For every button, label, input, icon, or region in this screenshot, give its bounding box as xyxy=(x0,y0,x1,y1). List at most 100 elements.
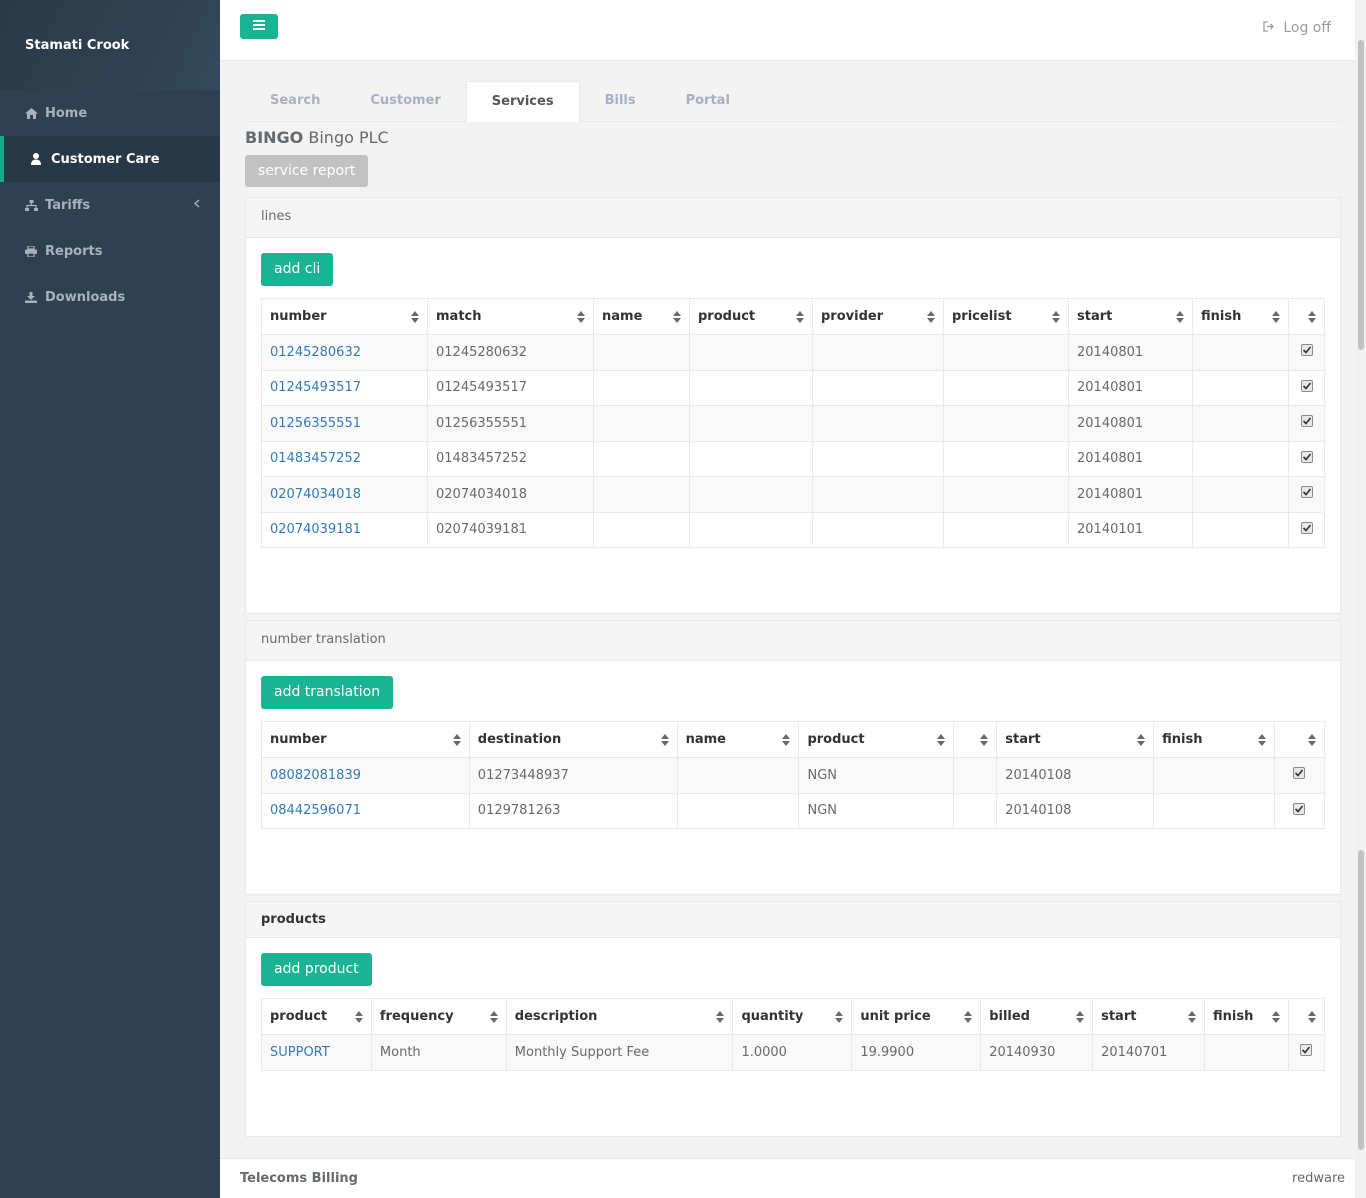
cell-finish xyxy=(1192,369,1289,406)
scrollbar-thumb-lower[interactable] xyxy=(1358,850,1364,1150)
column-header[interactable]: finish xyxy=(1204,998,1289,1035)
row-checkbox[interactable] xyxy=(1300,1044,1313,1057)
cell-name xyxy=(676,757,800,794)
row-link[interactable]: 01256355551 xyxy=(270,416,361,431)
row-link[interactable]: 08442596071 xyxy=(270,803,361,818)
page-scrollbar[interactable] xyxy=(1355,0,1366,1198)
column-header-label: finish xyxy=(1201,309,1242,324)
row-checkbox[interactable] xyxy=(1300,344,1313,357)
cell-product: NGN xyxy=(798,792,955,829)
sort-icon xyxy=(835,1011,844,1023)
cell-number: 02074039181 xyxy=(261,511,428,548)
column-header[interactable]: match xyxy=(427,298,594,335)
sort-icon xyxy=(1076,1011,1085,1023)
tab-portal[interactable]: Portal xyxy=(661,81,755,122)
row-link[interactable]: 01245280632 xyxy=(270,345,361,360)
column-header[interactable]: product xyxy=(798,721,955,758)
column-header[interactable]: start xyxy=(996,721,1155,758)
sort-icon xyxy=(411,311,419,323)
column-header[interactable] xyxy=(1273,721,1326,758)
menu-toggle-button[interactable] xyxy=(240,14,278,39)
sort-icon xyxy=(452,734,461,746)
column-header-label: name xyxy=(602,309,643,324)
column-header[interactable]: unit price xyxy=(851,998,982,1035)
sidebar-item-reports[interactable]: Reports xyxy=(0,228,220,274)
tab-services[interactable]: Services xyxy=(465,81,580,122)
cell-product xyxy=(689,440,813,477)
scrollbar-thumb[interactable] xyxy=(1358,40,1364,350)
column-header-label: description xyxy=(514,1009,598,1024)
row-link[interactable]: 08082081839 xyxy=(270,768,361,783)
service-report-button[interactable]: service report xyxy=(245,155,369,187)
column-header[interactable]: quantity xyxy=(732,998,853,1035)
column-header[interactable] xyxy=(1287,998,1326,1035)
column-header[interactable]: provider xyxy=(812,298,944,335)
column-header[interactable]: name xyxy=(676,721,800,758)
cell-match: 01483457252 xyxy=(427,440,594,477)
row-checkbox[interactable] xyxy=(1300,379,1313,392)
sidebar-item-customer-care[interactable]: Customer Care xyxy=(0,136,220,182)
column-header-label: finish xyxy=(1213,1009,1254,1024)
column-header-label: product xyxy=(698,309,756,324)
row-checkbox[interactable] xyxy=(1300,486,1313,499)
sidebar-item-home[interactable]: Home xyxy=(0,90,220,136)
column-header[interactable]: number xyxy=(261,721,470,758)
sidebar-item-downloads[interactable]: Downloads xyxy=(0,274,220,320)
column-header[interactable]: finish xyxy=(1153,721,1275,758)
tab-search[interactable]: Search xyxy=(245,81,345,122)
cell-name xyxy=(593,334,690,371)
panel-title: number translation xyxy=(246,621,1340,661)
cell-product xyxy=(689,511,813,548)
column-header-label: finish xyxy=(1162,732,1203,747)
cell-product xyxy=(689,476,813,513)
logoff-label: Log off xyxy=(1283,20,1331,36)
column-header[interactable]: finish xyxy=(1192,298,1289,335)
cell-product xyxy=(689,369,813,406)
cell-number: 08082081839 xyxy=(261,757,470,794)
row-checkbox[interactable] xyxy=(1300,521,1313,534)
column-header[interactable]: number xyxy=(261,298,428,335)
logoff-link[interactable]: Log off xyxy=(1263,20,1331,36)
column-header[interactable]: pricelist xyxy=(943,298,1069,335)
chevron-left-icon xyxy=(193,197,200,211)
cell-product: NGN xyxy=(798,757,955,794)
row-checkbox[interactable] xyxy=(1300,450,1313,463)
row-link[interactable]: 01245493517 xyxy=(270,380,361,395)
tab-customer[interactable]: Customer xyxy=(345,81,465,122)
row-link[interactable]: 02074034018 xyxy=(270,487,361,502)
column-header[interactable]: product xyxy=(261,998,372,1035)
cell-start: 20140701 xyxy=(1092,1034,1206,1071)
column-header[interactable] xyxy=(953,721,998,758)
sort-icon xyxy=(1188,1011,1197,1023)
row-link[interactable]: 02074039181 xyxy=(270,522,361,537)
row-checkbox[interactable] xyxy=(1300,415,1313,428)
column-header[interactable]: billed xyxy=(980,998,1094,1035)
column-header[interactable]: product xyxy=(689,298,813,335)
column-header[interactable]: name xyxy=(593,298,690,335)
cell-number: 01483457252 xyxy=(261,440,428,477)
add-cli-button[interactable]: add cli xyxy=(261,253,334,286)
sign-out-icon xyxy=(1263,20,1275,36)
row-checkbox[interactable] xyxy=(1293,767,1306,780)
add-product-button[interactable]: add product xyxy=(261,953,372,986)
add-translation-button[interactable]: add translation xyxy=(261,676,394,709)
sitemap-icon xyxy=(25,199,45,211)
row-checkbox[interactable] xyxy=(1293,802,1306,815)
cell-select xyxy=(1288,334,1325,371)
sort-icon xyxy=(796,311,804,323)
footer-left: Telecoms Billing xyxy=(240,1171,358,1186)
column-header[interactable]: frequency xyxy=(370,998,507,1035)
column-header[interactable]: start xyxy=(1068,298,1193,335)
column-header[interactable] xyxy=(1288,298,1325,335)
row-link[interactable]: SUPPORT xyxy=(270,1045,330,1060)
column-header[interactable]: description xyxy=(505,998,734,1035)
profile-name[interactable]: Stamati Crook xyxy=(0,0,220,90)
cell-select xyxy=(1288,511,1325,548)
row-link[interactable]: 01483457252 xyxy=(270,451,361,466)
column-header[interactable]: destination xyxy=(468,721,678,758)
sort-icon xyxy=(937,734,946,746)
sidebar-item-tariffs[interactable]: Tariffs xyxy=(0,182,220,228)
sort-icon xyxy=(1176,311,1184,323)
column-header[interactable]: start xyxy=(1092,998,1206,1035)
tab-bills[interactable]: Bills xyxy=(580,81,661,122)
